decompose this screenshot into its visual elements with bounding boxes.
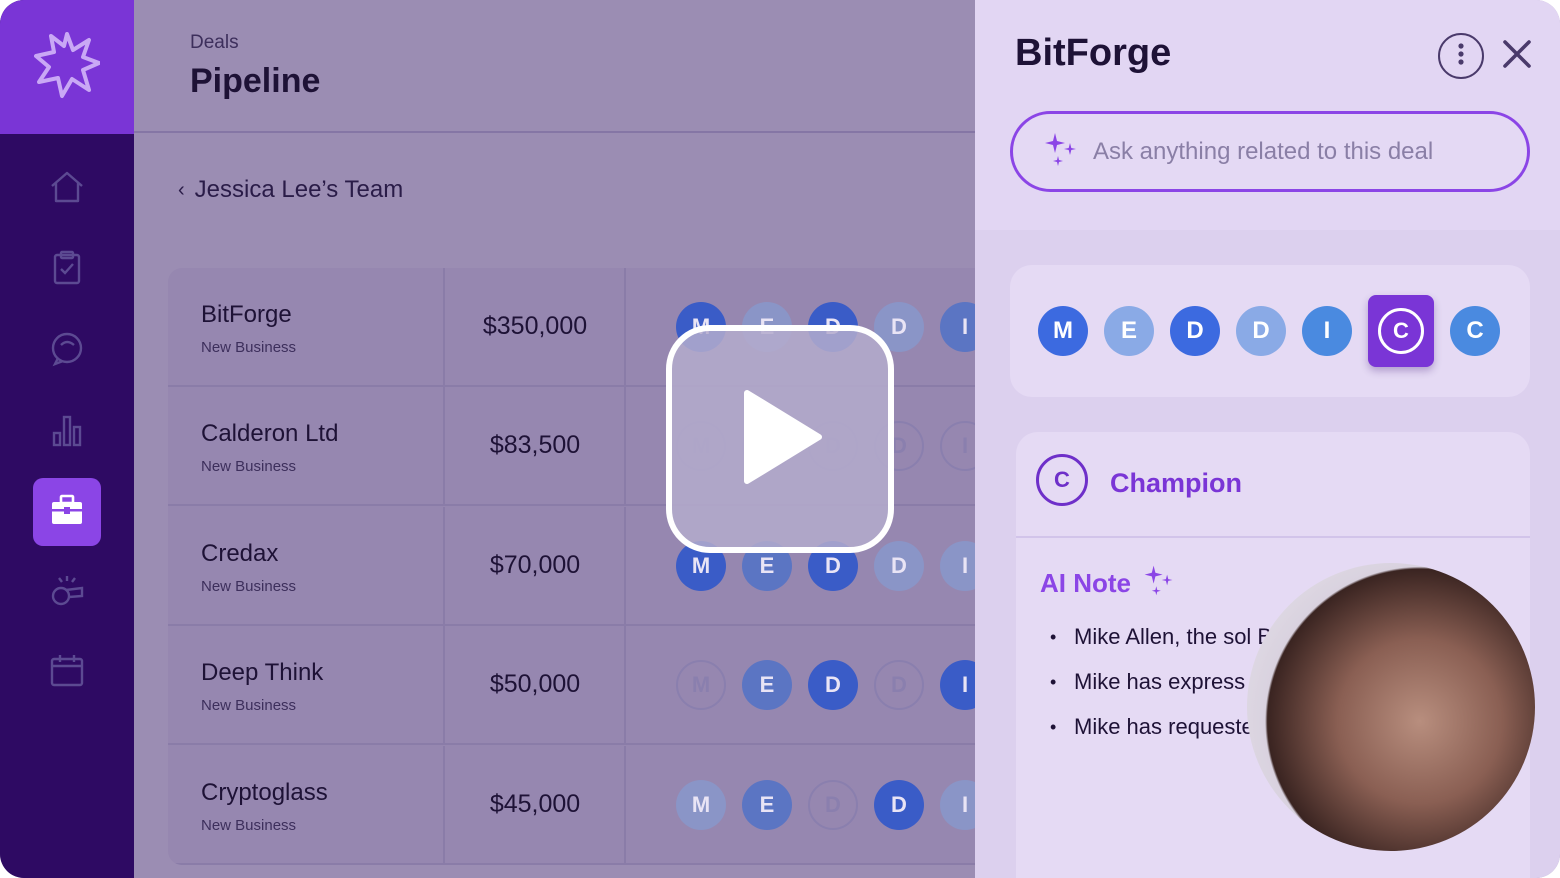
whistle-icon [48, 571, 86, 614]
deal-amount: $45,000 [489, 789, 581, 818]
meddic-card: MEDDICC [1010, 265, 1530, 397]
ai-note-label: AI Note [1040, 568, 1131, 598]
deal-name: Cryptoglass [201, 778, 328, 806]
play-icon [735, 387, 825, 492]
video-play-button[interactable] [666, 325, 894, 553]
deal-type: New Business [201, 697, 297, 715]
home-icon [48, 168, 86, 211]
bar-chart-icon [48, 411, 86, 454]
presenter-video-avatar [1247, 563, 1535, 851]
briefcase-icon [48, 491, 86, 534]
meddic-chip[interactable]: I [940, 421, 975, 472]
deal-type: New Business [201, 816, 297, 834]
sparkles-icon [1141, 562, 1177, 605]
meddic-chip[interactable]: D [808, 660, 858, 711]
deal-amount: $70,000 [489, 550, 581, 579]
table-row[interactable]: Deep Think New Business $50,000 M E D D I [168, 626, 975, 746]
meddic-status-chips: MEDDI [676, 660, 975, 711]
sidebar-item-tasks[interactable] [33, 236, 101, 304]
meddic-chip[interactable]: D [874, 540, 924, 591]
sidebar-item-analytics[interactable] [33, 398, 101, 466]
sidebar-item-deals[interactable] [33, 478, 101, 546]
calendar-icon [48, 651, 86, 694]
panel-title: BitForge [1015, 32, 1172, 74]
page-title: Pipeline [190, 62, 321, 100]
deal-amount: $350,000 [482, 312, 588, 340]
logo[interactable] [0, 0, 134, 134]
meddic-chip[interactable]: D [874, 660, 924, 711]
meddic-status-chips: MEDDI [676, 779, 975, 830]
team-name: Jessica Lee’s Team [194, 176, 404, 203]
deal-name: Credax [201, 539, 279, 567]
sidebar [0, 0, 134, 878]
deal-type: New Business [201, 458, 297, 476]
breadcrumb[interactable]: Deals [190, 32, 239, 54]
meddic-chip[interactable]: D [1236, 306, 1286, 356]
ai-note-heading: AI Note [1040, 562, 1177, 605]
meddic-chip[interactable]: I [940, 660, 975, 711]
meddic-chip[interactable]: D [1170, 306, 1220, 356]
kebab-icon [1457, 42, 1465, 71]
meddic-chip[interactable]: E [742, 779, 792, 830]
clipboard-check-icon [48, 249, 86, 292]
logo-burst-icon [34, 30, 101, 105]
champion-ring: C [1378, 308, 1424, 354]
panel-header: BitForge [975, 0, 1560, 230]
meddic-chip[interactable]: E [1104, 306, 1154, 356]
meddic-chip[interactable]: C [1450, 306, 1500, 356]
meddic-chip[interactable]: D [874, 779, 924, 830]
chat-bubbles-icon [48, 329, 86, 372]
champion-title: Champion [1110, 468, 1242, 498]
app-frame: Deals Pipeline ‹ Jessica Lee’s Team BitF… [0, 0, 1560, 878]
sidebar-item-home[interactable] [33, 155, 101, 223]
meddic-chip-selected[interactable]: C [1368, 295, 1434, 367]
deal-amount: $83,500 [489, 431, 581, 460]
sidebar-item-conversations[interactable] [33, 316, 101, 384]
deal-amount: $50,000 [489, 670, 581, 699]
more-options-button[interactable] [1438, 33, 1484, 79]
champion-icon: C [1036, 454, 1088, 506]
deal-name: Calderon Ltd [201, 420, 339, 448]
chevron-left-icon: ‹ [178, 178, 185, 201]
sparkles-icon [1041, 129, 1081, 174]
meddic-chip[interactable]: M [676, 660, 726, 711]
sidebar-item-calendar[interactable] [33, 638, 101, 706]
close-icon [1502, 39, 1532, 74]
meddic-letters: MEDDICC [1038, 295, 1500, 367]
meddic-chip[interactable]: E [742, 660, 792, 711]
ask-ai-field[interactable] [1010, 111, 1530, 192]
meddic-chip[interactable]: M [1038, 306, 1088, 356]
table-row[interactable]: Cryptoglass New Business $45,000 M E D D I [168, 745, 975, 865]
meddic-chip[interactable]: I [940, 540, 975, 591]
sidebar-item-coaching[interactable] [33, 558, 101, 626]
champion-header: C Champion [1016, 432, 1530, 538]
ask-ai-input[interactable] [1093, 137, 1513, 166]
deal-type: New Business [201, 577, 297, 595]
meddic-chip[interactable]: I [1302, 306, 1352, 356]
team-back-link[interactable]: ‹ Jessica Lee’s Team [178, 176, 403, 204]
meddic-chip[interactable]: D [808, 779, 858, 830]
deal-type: New Business [201, 339, 297, 356]
deal-name: Deep Think [201, 659, 324, 687]
meddic-chip[interactable]: I [940, 779, 975, 830]
close-button[interactable] [1497, 36, 1537, 76]
deal-name: BitForge [201, 301, 292, 328]
meddic-chip[interactable]: M [676, 779, 726, 830]
page-header: Deals Pipeline [134, 0, 975, 133]
meddic-chip[interactable]: I [940, 302, 975, 352]
